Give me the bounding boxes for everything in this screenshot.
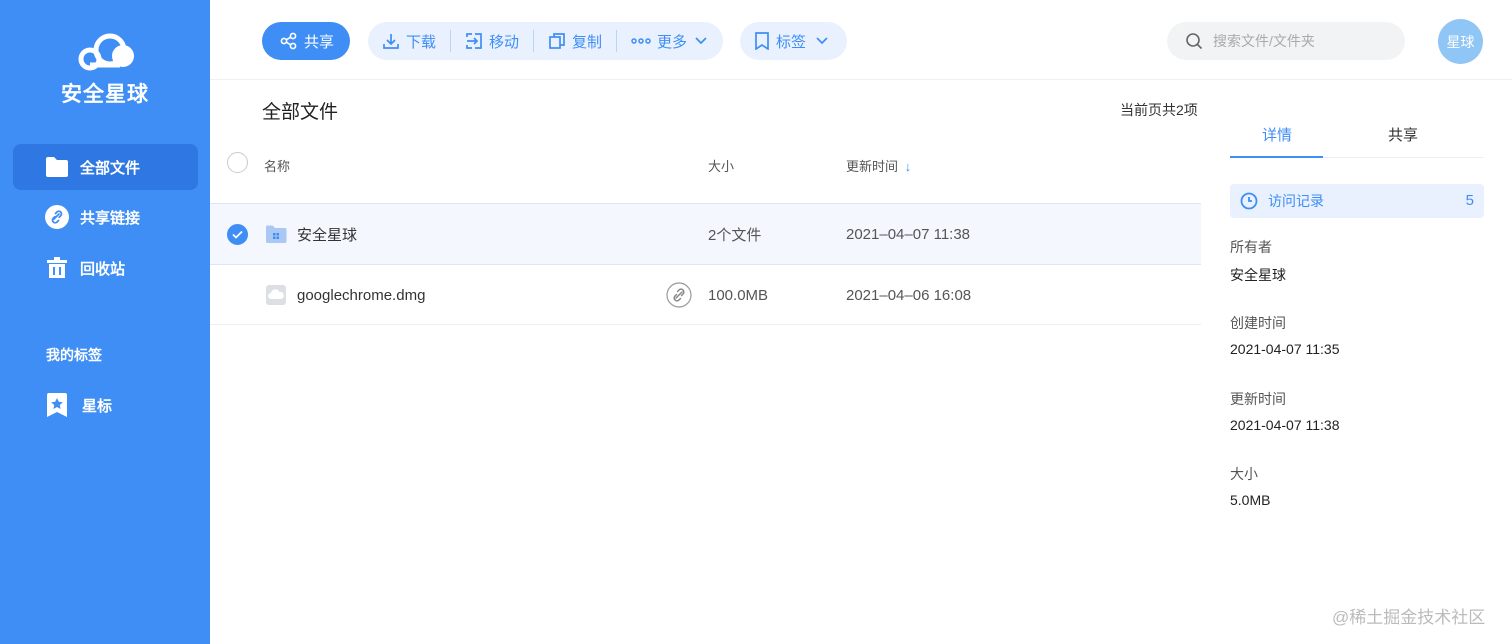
star-bookmark-icon <box>45 393 69 417</box>
column-name[interactable]: 名称 <box>264 156 290 175</box>
active-tab-indicator <box>1230 156 1323 158</box>
file-size: 100.0MB <box>708 286 769 304</box>
visit-record-row[interactable]: 访问记录 5 <box>1230 184 1484 218</box>
tab-details[interactable]: 详情 <box>1262 124 1292 145</box>
cloud-icon <box>78 33 134 71</box>
visit-count: 5 <box>1465 192 1474 209</box>
table-header: 名称 大小 更新时间 ↓ <box>210 140 1201 204</box>
file-name[interactable]: 安全星球 <box>297 224 357 245</box>
row-checkbox[interactable] <box>227 224 248 245</box>
size-label: 大小 <box>1230 466 1258 482</box>
copy-icon <box>549 33 565 49</box>
updated-label: 更新时间 <box>1230 391 1286 407</box>
created-label: 创建时间 <box>1230 315 1286 331</box>
chevron-down-icon <box>816 37 828 45</box>
file-name[interactable]: googlechrome.dmg <box>297 287 425 304</box>
more-button[interactable]: 更多 <box>617 22 721 60</box>
owner-value: 安全星球 <box>1230 267 1286 283</box>
file-size: 2个文件 <box>708 226 762 244</box>
search-icon <box>1186 33 1203 50</box>
search-box <box>1167 22 1405 60</box>
link-icon <box>45 205 69 229</box>
detail-tabs: 详情 共享 <box>1230 110 1484 158</box>
share-label: 共享 <box>304 33 335 51</box>
tag-label: 标签 <box>776 33 807 51</box>
watermark: @稀土掘金技术社区 <box>1332 608 1486 627</box>
more-dots-icon <box>631 38 651 44</box>
brand: 安全星球 <box>0 32 210 108</box>
share-button-inner: 共享 <box>262 22 348 60</box>
clock-icon <box>1240 192 1258 210</box>
share-icon <box>280 32 297 50</box>
folder-icon <box>45 155 69 179</box>
owner-label: 所有者 <box>1230 239 1272 255</box>
sidebar-item-label: 星标 <box>82 397 113 415</box>
bookmark-icon <box>755 32 769 50</box>
trash-icon <box>45 256 69 280</box>
column-updated-label: 更新时间 <box>846 159 899 174</box>
share-button[interactable]: 共享 <box>262 22 350 60</box>
column-updated[interactable]: 更新时间 ↓ <box>846 156 911 175</box>
sidebar-item-label: 全部文件 <box>80 159 141 177</box>
shared-folder-icon <box>266 225 287 243</box>
download-button[interactable]: 下载 <box>368 22 450 60</box>
table-row[interactable]: 安全星球 2个文件 2021–04–07 11:38 <box>210 203 1201 265</box>
download-label: 下载 <box>406 33 437 51</box>
avatar[interactable]: 星球 <box>1438 19 1483 64</box>
file-updated: 2021–04–06 16:08 <box>846 286 972 304</box>
item-count: 当前页共2项 <box>1120 102 1198 118</box>
tag-button-inner: 标签 <box>740 22 842 60</box>
visit-record-label: 访问记录 <box>1268 193 1324 209</box>
search-input[interactable] <box>1213 33 1383 49</box>
table-row[interactable]: googlechrome.dmg 100.0MB 2021–04–06 16:0… <box>210 265 1201 325</box>
move-icon <box>466 33 482 49</box>
toolbar: 共享 下载 移动 复制 更多 标签 搜索文件/文件夹 星球 <box>210 0 1512 80</box>
move-label: 移动 <box>489 33 520 51</box>
name-cell: 安全星球 <box>265 204 357 264</box>
sidebar-item-recycle-bin[interactable]: 回收站 <box>13 245 198 291</box>
sidebar-item-star-tag[interactable]: 星标 <box>13 382 198 428</box>
size-value: 5.0MB <box>1230 492 1271 508</box>
file-actions-group: 下载 移动 复制 更多 <box>368 22 723 60</box>
brand-name: 安全星球 <box>61 83 149 106</box>
page-title: 全部文件 <box>262 102 339 123</box>
sort-arrow-icon: ↓ <box>904 159 912 174</box>
sidebar-item-label: 回收站 <box>80 260 126 278</box>
chevron-down-icon <box>695 37 707 45</box>
file-updated: 2021–04–07 11:38 <box>846 225 971 243</box>
link-shared-icon[interactable] <box>666 282 692 313</box>
column-size[interactable]: 大小 <box>708 156 734 175</box>
tags-section-title: 我的标签 <box>46 347 102 363</box>
updated-value: 2021-04-07 11:38 <box>1230 417 1340 433</box>
file-icon <box>266 285 286 305</box>
name-cell: googlechrome.dmg <box>265 265 425 325</box>
copy-label: 复制 <box>572 33 603 51</box>
check-icon <box>232 230 243 239</box>
detail-panel: 详情 共享 访问记录 5 所有者 安全星球 创建时间 2021-04-07 11… <box>1230 110 1484 508</box>
sidebar-item-share-links[interactable]: 共享链接 <box>13 194 198 240</box>
sidebar-item-all-files[interactable]: 全部文件 <box>13 144 198 190</box>
tab-share[interactable]: 共享 <box>1388 124 1418 145</box>
tag-button[interactable]: 标签 <box>740 22 847 60</box>
move-button[interactable]: 移动 <box>451 22 533 60</box>
more-label: 更多 <box>657 33 688 51</box>
created-value: 2021-04-07 11:35 <box>1230 341 1340 357</box>
sidebar: 安全星球 全部文件 共享链接 回收站 我的标签 星标 <box>0 0 210 644</box>
select-all-checkbox[interactable] <box>227 152 248 173</box>
copy-button[interactable]: 复制 <box>534 22 616 60</box>
sidebar-item-label: 共享链接 <box>80 209 141 227</box>
download-icon <box>383 34 399 49</box>
